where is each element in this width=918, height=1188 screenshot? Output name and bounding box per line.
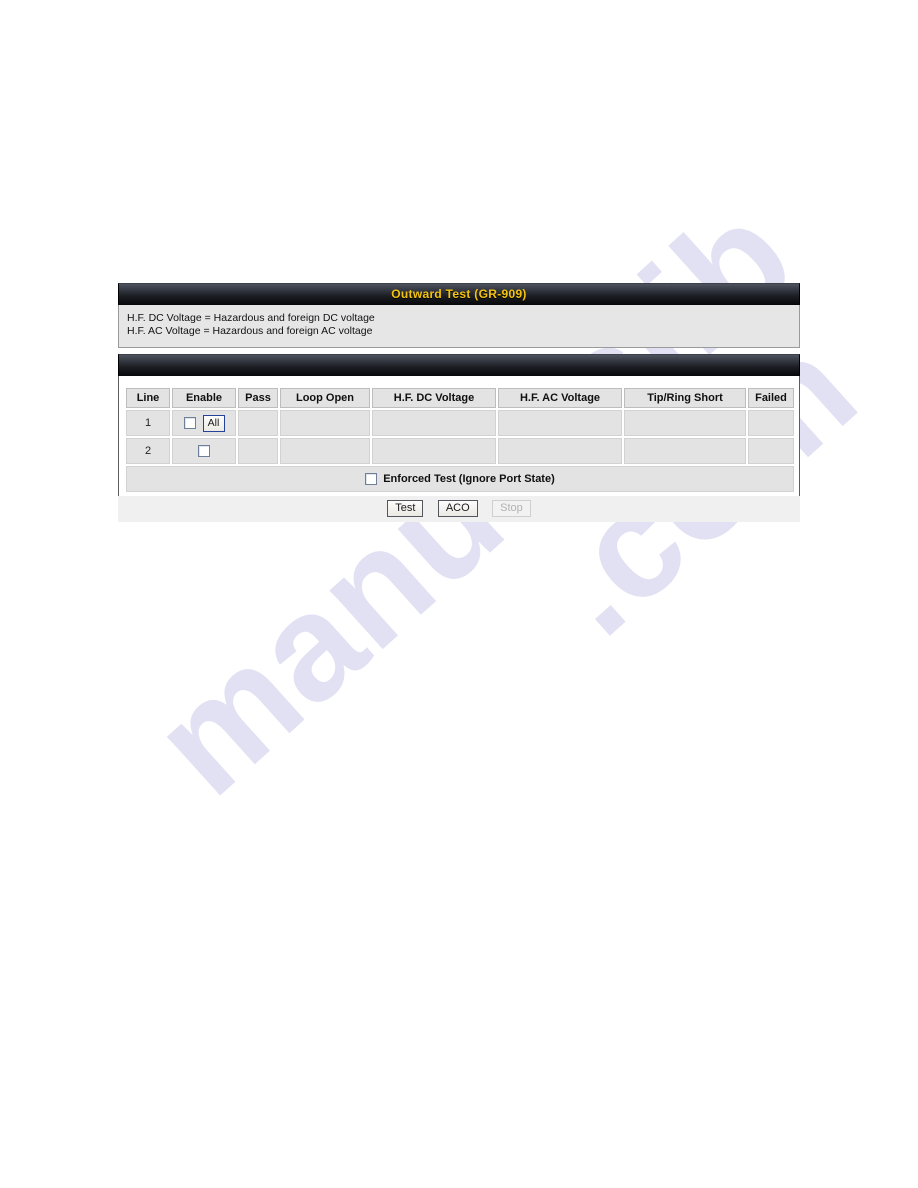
table-row: 1 All [126, 410, 794, 436]
enforced-test-cell: Enforced Test (Ignore Port State) [126, 466, 794, 492]
aco-button[interactable]: ACO [437, 500, 478, 517]
test-button[interactable]: Test [387, 500, 424, 517]
panel-title-bar: Outward Test (GR-909) [118, 283, 800, 305]
enforced-test-label: Enforced Test (Ignore Port State) [383, 473, 555, 486]
description-line-dc: H.F. DC Voltage = Hazardous and foreign … [127, 312, 375, 324]
column-header-loop-open: Loop Open [280, 388, 370, 408]
results-section-bar [118, 354, 800, 376]
description-line-ac: H.F. AC Voltage = Hazardous and foreign … [127, 325, 373, 337]
cell-pass [238, 438, 278, 464]
cell-loop-open [280, 410, 370, 436]
enforced-test-checkbox[interactable] [365, 473, 378, 486]
page-title: Outward Test (GR-909) [391, 287, 527, 301]
results-panel: Line Enable Pass Loop Open H.F. DC Volta… [118, 376, 800, 501]
cell-enable: All [172, 410, 236, 436]
cell-hf-ac-voltage [498, 410, 622, 436]
cell-tip-ring-short [624, 438, 746, 464]
column-header-tip-ring-short: Tip/Ring Short [624, 388, 746, 408]
action-button-bar: Test ACO Stop [118, 496, 800, 522]
outward-test-table: Line Enable Pass Loop Open H.F. DC Volta… [124, 386, 796, 494]
cell-failed [748, 410, 794, 436]
table-row: 2 [126, 438, 794, 464]
column-header-pass: Pass [238, 388, 278, 408]
column-header-enable: Enable [172, 388, 236, 408]
cell-tip-ring-short [624, 410, 746, 436]
column-header-hf-ac-voltage: H.F. AC Voltage [498, 388, 622, 408]
enforced-test-row: Enforced Test (Ignore Port State) [126, 466, 794, 492]
cell-hf-ac-voltage [498, 438, 622, 464]
enable-checkbox-line-2[interactable] [198, 445, 210, 458]
cell-line: 2 [126, 438, 170, 464]
select-all-button[interactable]: All [202, 414, 225, 432]
enable-checkbox-line-1[interactable] [183, 417, 196, 429]
cell-loop-open [280, 438, 370, 464]
cell-failed [748, 438, 794, 464]
page-root: Outward Test (GR-909) H.F. DC Voltage = … [0, 0, 918, 1188]
cell-hf-dc-voltage [372, 438, 496, 464]
cell-hf-dc-voltage [372, 410, 496, 436]
cell-line: 1 [126, 410, 170, 436]
description-block: H.F. DC Voltage = Hazardous and foreign … [118, 305, 800, 348]
column-header-hf-dc-voltage: H.F. DC Voltage [372, 388, 496, 408]
cell-pass [238, 410, 278, 436]
stop-button: Stop [492, 500, 531, 517]
outward-test-panel: Outward Test (GR-909) H.F. DC Voltage = … [118, 283, 800, 501]
column-header-line: Line [126, 388, 170, 408]
column-header-failed: Failed [748, 388, 794, 408]
cell-enable [172, 438, 236, 464]
table-header-row: Line Enable Pass Loop Open H.F. DC Volta… [126, 388, 794, 408]
